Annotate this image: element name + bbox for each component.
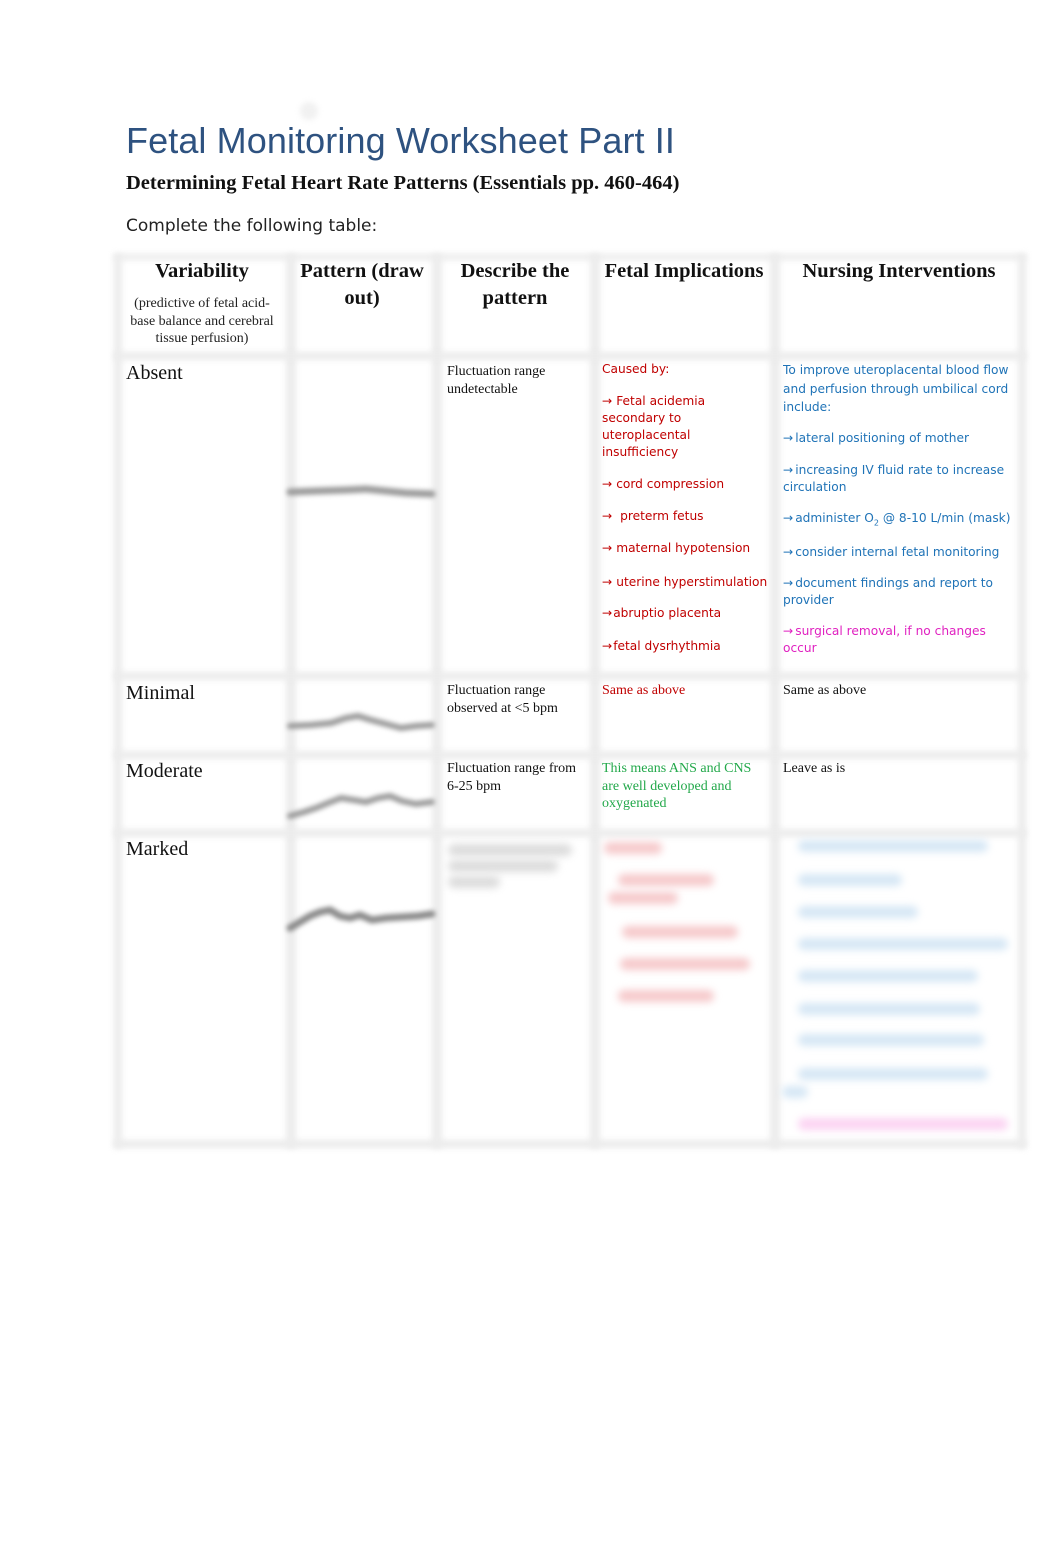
description-absent: Fluctuation range undetectable [447, 364, 546, 397]
implication-item: → cord compression [602, 477, 725, 491]
interventions-intro: To improve uteroplacental blood flow and… [783, 363, 1009, 414]
arrow-icon: → [602, 509, 613, 523]
row-divider [114, 751, 1026, 759]
implication-item: →fetal dysrhythmia [602, 639, 721, 653]
column-divider [286, 254, 296, 1148]
arrow-icon: → [602, 639, 613, 653]
intervention-item-escalation: → surgical removal, if no changes occur [783, 623, 986, 655]
moderate-fhr-trace-sketch [286, 786, 436, 826]
arrow-icon: → [602, 575, 613, 589]
row-divider [114, 672, 1026, 680]
faint-mark [300, 102, 318, 120]
header-variability: Variability (predictive of fetal acid-ba… [126, 258, 278, 352]
flat-fhr-trace-sketch [286, 476, 436, 506]
interventions-moderate: Leave as is [783, 761, 846, 776]
column-divider [432, 254, 442, 1148]
header-describe: Describe the pattern [460, 260, 570, 309]
header-implications: Fetal Implications [604, 260, 764, 282]
implication-item: → maternal hypotension [602, 541, 751, 555]
arrow-icon: → [602, 541, 613, 555]
fhr-patterns-table: Variability (predictive of fetal acid-ba… [114, 254, 1026, 1148]
implication-item: → Fetal acidemia secondary to uteroplacen… [602, 394, 706, 459]
arrow-icon: → [783, 462, 794, 477]
arrow-icon: → [783, 430, 794, 445]
intervention-item: → document findings and report to provide… [783, 575, 993, 607]
arrow-icon: → [783, 510, 794, 525]
implication-item: → preterm fetus [602, 509, 704, 523]
instruction-text: Complete the following table: [126, 216, 378, 236]
intervention-item: → lateral positioning of mother [783, 430, 970, 445]
arrow-icon: → [602, 394, 613, 408]
implication-item: → uterine hyperstimulation [602, 575, 768, 589]
column-divider [770, 254, 780, 1148]
table-border-right [1018, 254, 1026, 1148]
row-label-moderate: Moderate [126, 760, 203, 782]
minimal-fhr-trace-sketch [286, 706, 436, 740]
implication-item: →abruptio placenta [602, 606, 722, 620]
header-pattern: Pattern (draw out) [300, 260, 424, 309]
interventions-absent: To improve uteroplacental blood flow and… [783, 361, 1019, 657]
description-moderate: Fluctuation range from 6-25 bpm [447, 761, 577, 794]
worksheet-page: Fetal Monitoring Worksheet Part II Deter… [0, 0, 1062, 1556]
implications-intro: Caused by: [602, 362, 670, 376]
intervention-item-oxygen: → administer O2 @ 8-10 L/min (mask) [783, 510, 1011, 527]
description-minimal: Fluctuation range observed at <5 bpm [447, 683, 558, 716]
arrow-icon: → [602, 477, 613, 491]
implications-minimal: Same as above [602, 683, 686, 698]
row-label-absent: Absent [126, 362, 183, 384]
row-divider [114, 352, 1026, 360]
header-interventions: Nursing Interventions [802, 260, 996, 282]
table-border-left [114, 254, 122, 1148]
intervention-item: → consider internal fetal monitoring [783, 544, 1000, 559]
marked-fhr-trace-sketch [286, 898, 436, 938]
arrow-icon: → [783, 544, 794, 559]
arrow-icon: → [602, 606, 613, 620]
arrow-icon: → [783, 575, 794, 590]
arrow-icon: → [783, 623, 794, 638]
column-divider [590, 254, 600, 1148]
row-divider [114, 829, 1026, 837]
page-title: Fetal Monitoring Worksheet Part II [126, 120, 675, 161]
page-subtitle: Determining Fetal Heart Rate Patterns (E… [126, 172, 680, 194]
implications-moderate: This means ANS and CNS are well develope… [602, 761, 752, 811]
implications-absent: Caused by: → Fetal acidemia secondary to … [602, 361, 770, 655]
table-border-bottom [114, 1140, 1026, 1148]
header-variability-note: (predictive of fetal acid-base balance a… [130, 296, 274, 346]
row-label-minimal: Minimal [126, 682, 195, 704]
row-label-marked: Marked [126, 838, 189, 860]
header-variability-label: Variability [155, 260, 249, 282]
intervention-item: → increasing IV fluid rate to increase ci… [783, 462, 1005, 494]
interventions-minimal: Same as above [783, 683, 867, 698]
